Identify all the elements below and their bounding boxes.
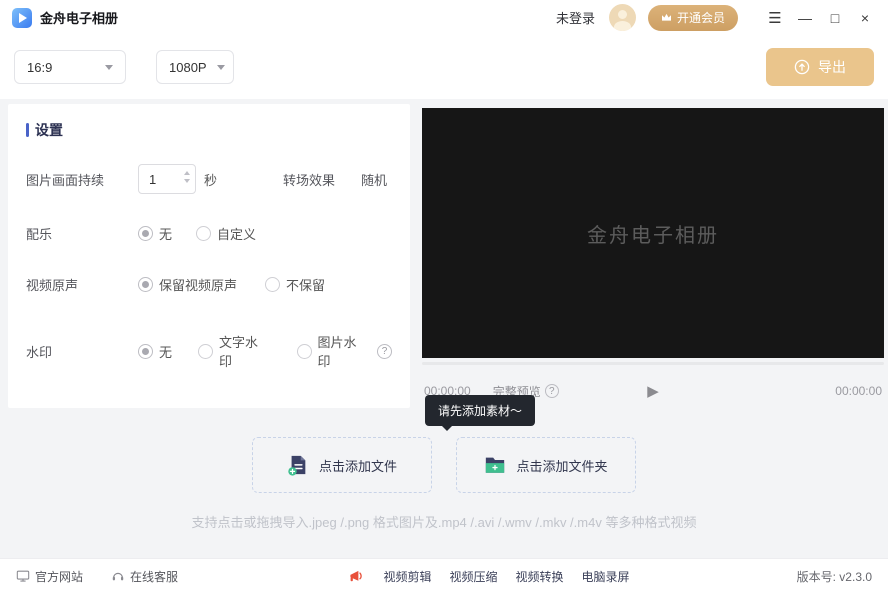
watermark-help-icon[interactable]: ? bbox=[377, 344, 392, 359]
settings-panel: 设置 图片画面持续 秒 转场效果 随机 配乐 bbox=[8, 104, 410, 408]
stepper-up-icon[interactable] bbox=[184, 171, 190, 175]
main-area: 设置 图片画面持续 秒 转场效果 随机 配乐 bbox=[0, 99, 888, 558]
resolution-value: 1080P bbox=[169, 60, 207, 75]
app-title: 金舟电子相册 bbox=[40, 8, 118, 27]
website-icon bbox=[16, 569, 30, 583]
crown-icon bbox=[661, 13, 672, 22]
maximize-button[interactable]: □ bbox=[824, 10, 846, 26]
music-radio-none[interactable]: 无 bbox=[138, 224, 172, 243]
megaphone-icon bbox=[348, 569, 365, 584]
headset-icon bbox=[111, 569, 125, 583]
app-logo-icon bbox=[12, 8, 32, 28]
aspect-ratio-value: 16:9 bbox=[27, 60, 52, 75]
audio-radio-discard[interactable]: 不保留 bbox=[265, 275, 325, 294]
vip-button-label: 开通会员 bbox=[677, 9, 725, 26]
radio-icon bbox=[297, 344, 312, 359]
seek-bar[interactable] bbox=[422, 362, 884, 365]
promo-link-screen-record[interactable]: 电脑录屏 bbox=[582, 568, 630, 585]
login-status[interactable]: 未登录 bbox=[556, 8, 595, 27]
radio-label: 文字水印 bbox=[219, 332, 270, 370]
watermark-radio-image[interactable]: 图片水印 bbox=[297, 332, 369, 370]
chevron-down-icon bbox=[217, 65, 225, 70]
promo-links: 视频剪辑 视频压缩 视频转换 电脑录屏 bbox=[348, 568, 629, 585]
radio-label: 无 bbox=[159, 224, 172, 243]
radio-icon bbox=[265, 277, 280, 292]
folder-add-icon bbox=[484, 454, 506, 476]
watermark-radio-none[interactable]: 无 bbox=[138, 342, 172, 361]
music-row: 配乐 无 自定义 bbox=[26, 224, 392, 243]
original-audio-label: 视频原声 bbox=[26, 275, 138, 294]
accent-bar bbox=[26, 123, 29, 137]
promo-link-video-edit[interactable]: 视频剪辑 bbox=[383, 568, 431, 585]
online-service-link[interactable]: 在线客服 bbox=[111, 568, 178, 585]
aspect-ratio-select[interactable]: 16:9 bbox=[14, 50, 126, 84]
transition-value[interactable]: 随机 bbox=[361, 170, 387, 189]
radio-icon bbox=[138, 277, 153, 292]
promo-link-video-compress[interactable]: 视频压缩 bbox=[449, 568, 497, 585]
watermark-radio-text[interactable]: 文字水印 bbox=[198, 332, 270, 370]
promo-link-video-convert[interactable]: 视频转换 bbox=[516, 568, 564, 585]
app-window: 金舟电子相册 未登录 开通会员 ☰ — □ × 16:9 1080 bbox=[0, 0, 888, 593]
radio-label: 图片水印 bbox=[318, 332, 369, 370]
chevron-down-icon bbox=[105, 65, 113, 70]
avatar[interactable] bbox=[609, 4, 636, 31]
music-label: 配乐 bbox=[26, 224, 138, 243]
play-icon[interactable]: ▶ bbox=[647, 382, 659, 400]
radio-label: 无 bbox=[159, 342, 172, 361]
export-button-label: 导出 bbox=[818, 57, 846, 77]
watermark-label: 水印 bbox=[26, 342, 138, 361]
upload-icon bbox=[794, 59, 810, 75]
toolbar: 16:9 1080P 导出 bbox=[0, 35, 888, 99]
duration-unit: 秒 bbox=[204, 170, 217, 189]
vip-button[interactable]: 开通会员 bbox=[648, 5, 738, 31]
preview-panel: 金舟电子相册 00:00:00 完整预览 ? ▶ 00:00:00 bbox=[422, 108, 884, 401]
radio-icon bbox=[138, 226, 153, 241]
official-site-label: 官方网站 bbox=[35, 568, 83, 585]
file-add-icon bbox=[287, 454, 309, 476]
video-preview: 金舟电子相册 bbox=[422, 108, 884, 358]
settings-title: 设置 bbox=[35, 120, 63, 140]
preview-watermark-text: 金舟电子相册 bbox=[587, 219, 719, 248]
duration-input-wrap bbox=[138, 164, 196, 194]
avatar-head bbox=[618, 10, 627, 19]
add-file-label: 点击添加文件 bbox=[319, 456, 397, 475]
footer: 官方网站 在线客服 视频剪辑 视频压缩 视频转换 电脑录屏 版本号: v2.3.… bbox=[0, 558, 888, 593]
resolution-select[interactable]: 1080P bbox=[156, 50, 234, 84]
radio-icon bbox=[138, 344, 153, 359]
format-hint: 支持点击或拖拽导入.jpeg /.png 格式图片及.mp4 /.avi /.w… bbox=[0, 512, 888, 531]
radio-label: 不保留 bbox=[286, 275, 325, 294]
online-service-label: 在线客服 bbox=[130, 568, 178, 585]
total-time: 00:00:00 bbox=[835, 384, 882, 398]
radio-label: 自定义 bbox=[217, 224, 256, 243]
duration-label: 图片画面持续 bbox=[26, 170, 138, 189]
radio-icon bbox=[198, 344, 213, 359]
export-button[interactable]: 导出 bbox=[766, 48, 874, 86]
stepper-down-icon[interactable] bbox=[184, 179, 190, 183]
transition-label: 转场效果 bbox=[283, 170, 335, 189]
version-label: 版本号: v2.3.0 bbox=[797, 568, 872, 585]
close-button[interactable]: × bbox=[854, 10, 876, 26]
duration-stepper[interactable] bbox=[184, 171, 190, 183]
music-radio-custom[interactable]: 自定义 bbox=[196, 224, 256, 243]
official-site-link[interactable]: 官方网站 bbox=[16, 568, 83, 585]
add-file-button[interactable]: 点击添加文件 bbox=[252, 437, 432, 493]
avatar-body bbox=[614, 21, 631, 31]
minimize-button[interactable]: — bbox=[794, 10, 816, 26]
menu-icon[interactable]: ☰ bbox=[764, 9, 786, 27]
add-folder-label: 点击添加文件夹 bbox=[516, 456, 607, 475]
full-preview-help-icon[interactable]: ? bbox=[545, 384, 559, 398]
audio-radio-keep[interactable]: 保留视频原声 bbox=[138, 275, 237, 294]
original-audio-row: 视频原声 保留视频原声 不保留 bbox=[26, 275, 392, 294]
titlebar: 金舟电子相册 未登录 开通会员 ☰ — □ × bbox=[0, 0, 888, 35]
settings-header: 设置 bbox=[26, 120, 392, 140]
add-material-tooltip: 请先添加素材～ bbox=[425, 395, 535, 426]
duration-row: 图片画面持续 秒 转场效果 随机 bbox=[26, 164, 392, 194]
watermark-row: 水印 无 文字水印 图片水印 ? bbox=[26, 332, 392, 370]
add-folder-button[interactable]: 点击添加文件夹 bbox=[456, 437, 636, 493]
radio-label: 保留视频原声 bbox=[159, 275, 237, 294]
radio-icon bbox=[196, 226, 211, 241]
